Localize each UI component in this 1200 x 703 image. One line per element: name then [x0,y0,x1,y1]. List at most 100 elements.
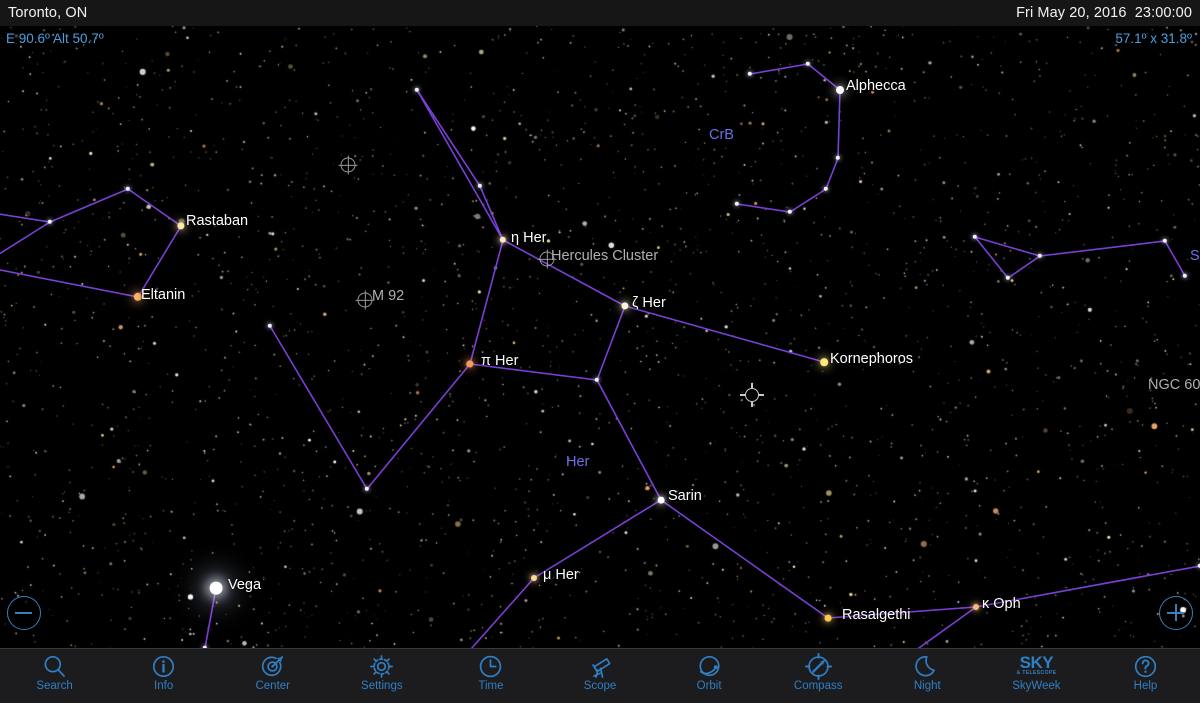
orbit-icon [696,652,723,680]
star-sarin[interactable] [657,496,665,504]
toolbar-label: Night [913,680,941,692]
constellation-vertex-star[interactable] [594,377,600,383]
reticle-tick-top [751,383,753,389]
star-zeta-her[interactable] [621,302,629,310]
constellation-vertex-star[interactable] [125,186,131,192]
reticle-tick-left [740,394,746,396]
moon-icon [914,652,941,680]
star-rasalgethi[interactable] [824,614,832,622]
toolbar-item-orbit[interactable]: Orbit [655,649,764,703]
star-label[interactable]: η Her [511,230,546,246]
constellation-vertex-star[interactable] [747,71,753,77]
zoom-in-button[interactable] [1159,596,1193,630]
star-alphecca[interactable] [836,86,844,94]
dso-label[interactable]: NGC 604 [1148,377,1200,393]
constellation-vertex-star[interactable] [734,201,740,207]
star-label[interactable]: κ Oph [982,596,1021,612]
dso-label[interactable]: M 92 [372,288,404,304]
dso-label[interactable]: Hercules Cluster [551,248,658,264]
star-label[interactable]: Alphecca [846,78,906,94]
toolbar-item-search[interactable]: Search [0,649,109,703]
skysafari-app: Toronto, ON Fri May 20, 2016 23:00:00 Ra… [0,0,1200,703]
toolbar-label: Settings [361,680,403,692]
telescope-wordmark: & TELESCOPE [1016,670,1057,677]
star-label[interactable]: ζ Her [632,295,666,311]
constellation-label[interactable]: S [1190,248,1200,264]
star-Rastaban[interactable] [177,222,185,230]
star-label[interactable]: π Her [481,353,518,369]
zoom-out-button[interactable] [7,596,41,630]
center-reticle[interactable] [740,383,764,407]
bottom-toolbar: Search Info Center Settings Time Scope Orbit Co… [0,648,1200,703]
reticle-ring [745,388,759,402]
location-label[interactable]: Toronto, ON [8,5,87,21]
toolbar-item-skyweek[interactable]: SKY & TELESCOPE SkyWeek [982,649,1091,703]
toolbar-item-scope[interactable]: Scope [545,649,654,703]
toolbar-item-help[interactable]: Help [1091,649,1200,703]
star-kornephoros[interactable] [820,358,828,366]
dso-marker-unlabeled-globular-cluster[interactable] [338,155,358,175]
gear-icon [368,652,395,680]
datetime-label[interactable]: Fri May 20, 2016 23:00:00 [1016,5,1192,21]
constellation-vertex-star[interactable] [805,61,811,67]
star-label[interactable]: Eltanin [141,287,185,303]
field-of-view-readout: 57.1º x 31.8º [1115,31,1192,46]
constellation-vertex-star[interactable] [267,323,273,329]
star-mu-her[interactable] [531,575,537,581]
star-pi-her[interactable] [466,360,474,368]
toolbar-item-night[interactable]: Night [873,649,982,703]
star-label[interactable]: μ Her [543,567,579,583]
star-label[interactable]: Rastaban [186,213,248,229]
toolbar-item-time[interactable]: Time [436,649,545,703]
star-label[interactable]: Sarin [668,488,702,504]
toolbar-label: Search [36,680,73,692]
compass-icon [804,652,832,680]
toolbar-label: SkyWeek [1012,680,1061,692]
star-eta-her[interactable] [499,236,507,244]
toolbar-item-info[interactable]: Info [109,649,218,703]
dso-cross-vertical [347,155,349,175]
star-label[interactable]: Rasalgethi [842,607,911,623]
toolbar-label: Time [478,680,504,692]
constellation-vertex-star[interactable] [1182,273,1188,279]
constellation-vertex-star[interactable] [364,486,370,492]
reticle-tick-right [758,394,764,396]
constellation-vertex-star[interactable] [477,183,483,189]
constellation-vertex-star[interactable] [1162,238,1168,244]
toolbar-label: Compass [793,680,843,692]
toolbar-label: Orbit [696,680,722,692]
toolbar-label: Help [1133,680,1158,692]
star-label[interactable]: Kornephoros [830,351,913,367]
constellation-label[interactable]: CrB [709,127,734,143]
dso-marker-m92-globular-cluster[interactable] [355,290,375,310]
constellation-vertex-star[interactable] [1037,253,1043,259]
center-target-icon [259,652,286,680]
toolbar-label: Scope [583,680,617,692]
toolbar-label: Info [154,680,174,692]
search-icon [41,652,68,680]
reticle-tick-bottom [751,401,753,407]
toolbar-item-compass[interactable]: Compass [764,649,873,703]
constellation-vertex-star[interactable] [835,155,841,161]
sky-wordmark: SKY [1019,653,1054,673]
constellation-vertex-star[interactable] [414,87,420,93]
telescope-icon [587,652,614,680]
sky-chart-canvas[interactable]: Rastaban Eltanin η Her ζ Her π Her Alphecca Ko… [0,26,1200,648]
question-mark-icon [1132,652,1159,680]
constellation-vertex-star[interactable] [1005,275,1011,281]
star-vega[interactable] [209,581,223,595]
toolbar-label: Center [255,680,290,692]
plus-icon-vertical [1175,604,1178,621]
constellation-vertex-star[interactable] [972,234,978,240]
toolbar-item-center[interactable]: Center [218,649,327,703]
dso-cross-vertical [546,249,548,269]
star-kappa-oph[interactable] [973,604,979,610]
star-label[interactable]: Vega [228,577,261,593]
constellation-vertex-star[interactable] [823,186,829,192]
constellation-label[interactable]: Her [566,454,589,470]
dso-cross-vertical [364,290,366,310]
constellation-vertex-star[interactable] [47,219,53,225]
constellation-vertex-star[interactable] [787,209,793,215]
sky-and-telescope-logo: SKY & TELESCOPE [1016,652,1056,680]
toolbar-item-settings[interactable]: Settings [327,649,436,703]
